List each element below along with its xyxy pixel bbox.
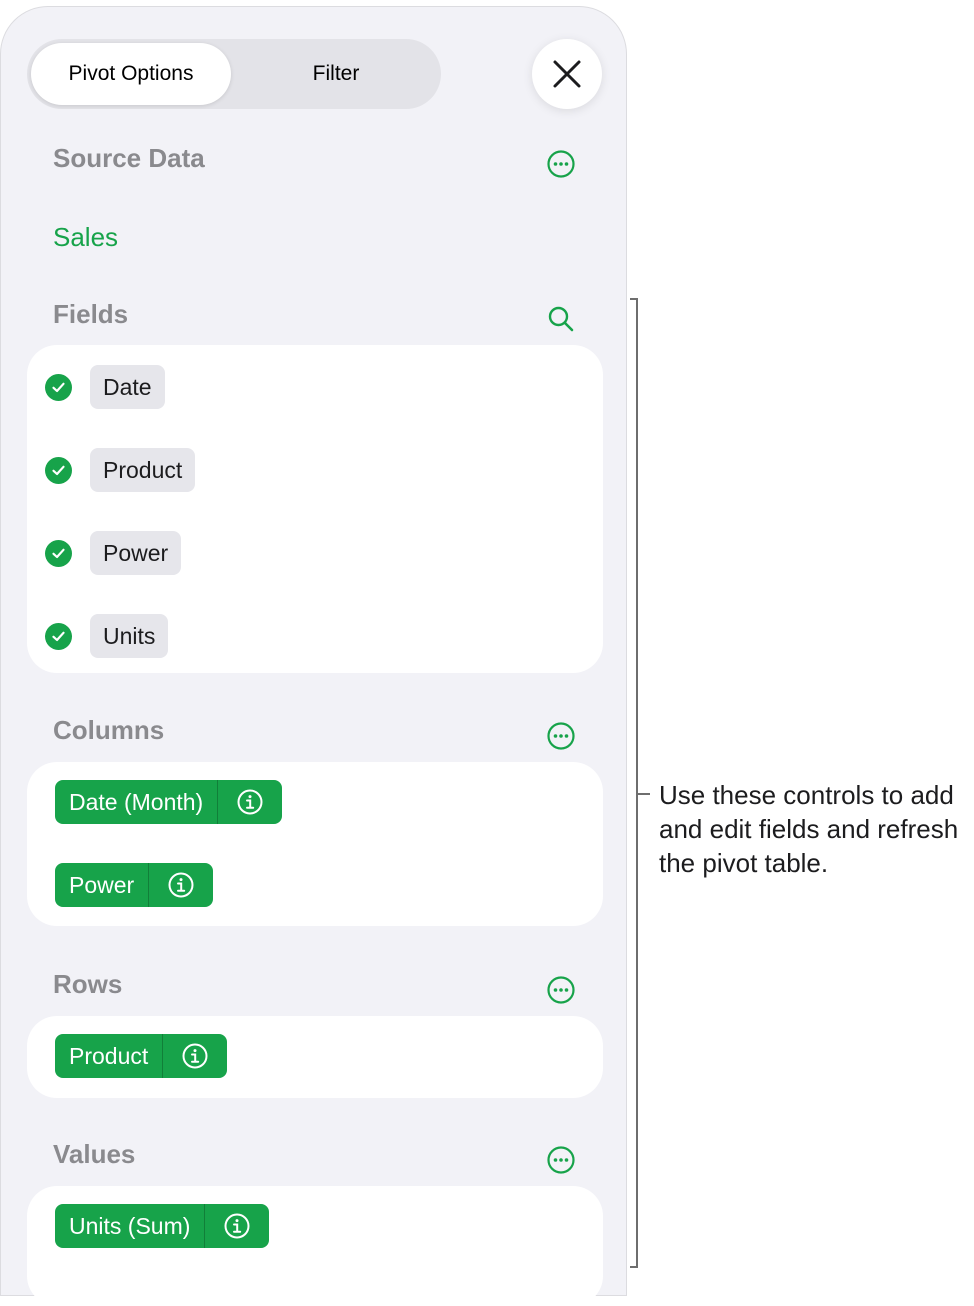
field-item-units[interactable]: Units <box>45 614 169 658</box>
source-data-value[interactable]: Sales <box>53 222 118 253</box>
field-chip: Date <box>90 365 165 409</box>
column-pill-label[interactable]: Date (Month) <box>55 780 217 824</box>
rows-more-icon[interactable] <box>546 975 576 1005</box>
values-more-icon[interactable] <box>546 1145 576 1175</box>
checkmark-circle-icon <box>45 456 72 484</box>
callout-text: Use these controls to add and edit field… <box>659 780 959 878</box>
checkmark-circle-icon <box>45 373 72 401</box>
columns-title: Columns <box>53 715 165 745</box>
search-icon[interactable] <box>546 304 576 334</box>
tab-pivot-options[interactable]: Pivot Options <box>31 43 231 105</box>
info-circle-icon[interactable] <box>163 1034 227 1078</box>
segmented-control: Pivot Options Filter <box>27 39 441 109</box>
field-item-date[interactable]: Date <box>45 365 165 409</box>
field-item-power[interactable]: Power <box>45 531 182 575</box>
field-chip: Power <box>90 531 182 575</box>
columns-list: Date (Month) Power <box>27 762 603 926</box>
field-chip: Product <box>90 448 196 492</box>
info-circle-icon[interactable] <box>149 863 213 907</box>
close-button[interactable] <box>532 39 602 109</box>
column-pill-date-month: Date (Month) <box>55 780 283 824</box>
value-pill-label[interactable]: Units (Sum) <box>55 1204 204 1248</box>
checkmark-circle-icon <box>45 622 72 650</box>
columns-more-icon[interactable] <box>546 721 576 751</box>
source-data-title: Source Data <box>53 143 205 173</box>
info-circle-icon[interactable] <box>205 1204 269 1248</box>
tab-filter[interactable]: Filter <box>235 43 437 105</box>
source-data-more-icon[interactable] <box>546 149 576 179</box>
callout-bracket <box>630 298 638 1268</box>
values-title: Values <box>53 1139 136 1169</box>
fields-title: Fields <box>53 299 129 329</box>
row-pill-label[interactable]: Product <box>55 1034 162 1078</box>
field-item-product[interactable]: Product <box>45 448 196 492</box>
pivot-options-panel: Pivot Options Filter Source Data Sales F… <box>0 6 627 1306</box>
values-list: Units (Sum) <box>27 1186 603 1306</box>
column-pill-label[interactable]: Power <box>55 863 148 907</box>
value-pill-units-sum: Units (Sum) <box>55 1204 270 1248</box>
info-circle-icon[interactable] <box>218 780 282 824</box>
close-icon <box>553 60 581 88</box>
rows-list: Product <box>27 1016 603 1098</box>
rows-title: Rows <box>53 969 123 999</box>
field-chip: Units <box>90 614 169 658</box>
checkmark-circle-icon <box>45 539 72 567</box>
callout-bracket-tick <box>638 793 650 795</box>
row-pill-product: Product <box>55 1034 228 1078</box>
column-pill-power: Power <box>55 863 214 907</box>
fields-list: Date Product Power Units <box>27 345 603 673</box>
